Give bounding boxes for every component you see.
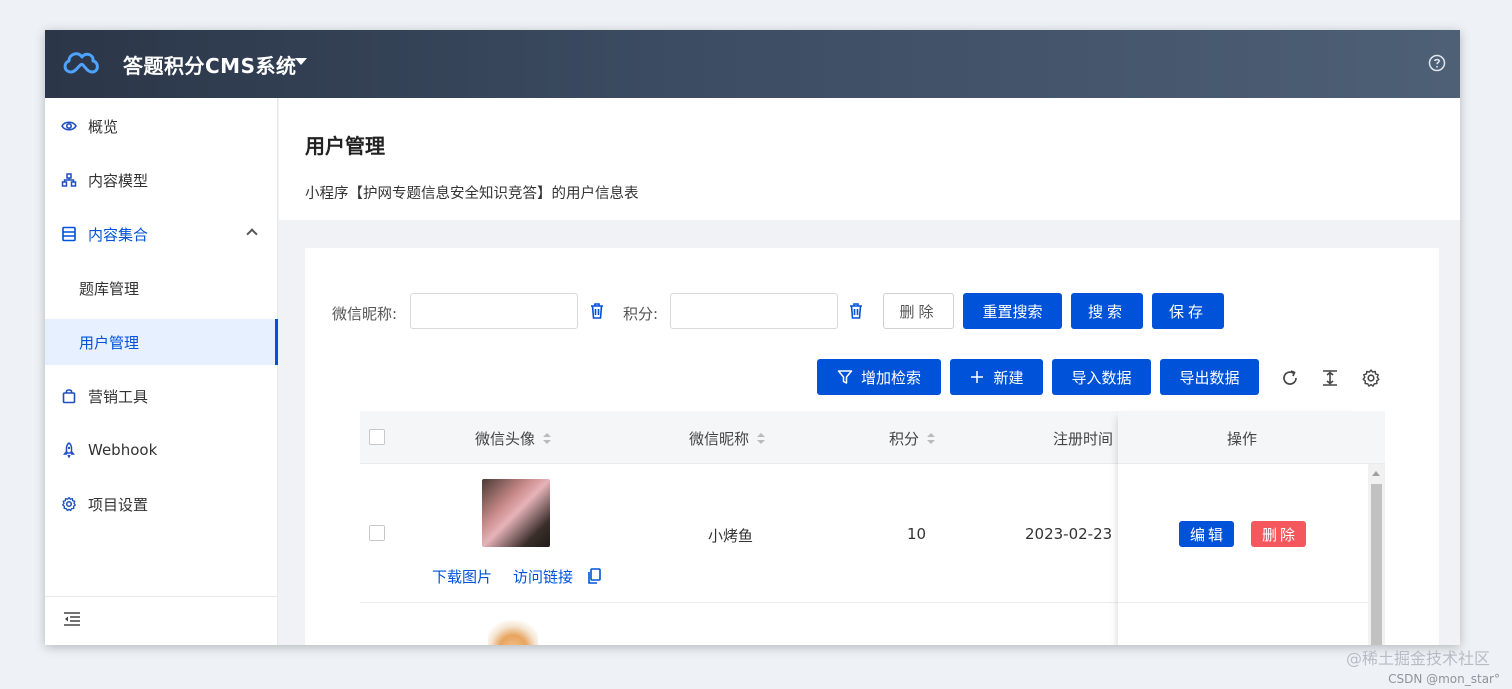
row-checkbox[interactable]: [369, 525, 385, 541]
avatar-image: [482, 479, 550, 547]
caret-down-icon[interactable]: [295, 58, 307, 65]
active-indicator: [275, 319, 278, 365]
scrollbar-thumb[interactable]: [1371, 484, 1382, 645]
sidebar-item-label: 题库管理: [79, 279, 140, 298]
sort-icon[interactable]: [927, 432, 936, 445]
column-header-points[interactable]: 积分: [889, 428, 936, 449]
watermark-text: @稀土掘金技术社区: [1345, 649, 1490, 668]
points-filter-input[interactable]: [670, 293, 838, 329]
sidebar-item-label: 内容集合: [88, 225, 149, 244]
save-button[interactable]: 保存: [1152, 293, 1224, 329]
page-description: 小程序【护网专题信息安全知识竞答】的用户信息表: [305, 186, 639, 202]
sidebar-item-label: 用户管理: [79, 333, 140, 352]
content-card: 微信昵称: 积分: 删除 重置搜索 搜索 保存 增加检索 新建 导入数据 导出数…: [305, 248, 1439, 645]
filter-icon: [837, 370, 853, 384]
sidebar-item-label: Webhook: [88, 441, 158, 459]
column-label: 微信昵称: [689, 430, 750, 448]
database-icon: [62, 226, 76, 242]
cloud-logo-icon: [63, 52, 99, 74]
column-label: 积分: [889, 430, 920, 448]
sidebar-item-user-management[interactable]: 用户管理: [45, 319, 278, 365]
eye-icon: [61, 121, 77, 131]
rocket-icon: [63, 442, 75, 458]
reset-search-button[interactable]: 重置搜索: [963, 293, 1062, 329]
sort-icon[interactable]: [543, 432, 552, 445]
sitemap-icon: [61, 173, 77, 187]
add-filter-label: 增加检索: [860, 368, 921, 387]
import-data-button[interactable]: 导入数据: [1052, 359, 1151, 395]
shopping-bag-icon: [62, 389, 76, 404]
sidebar-item-overview[interactable]: 概览: [45, 103, 278, 149]
page-header: 用户管理 小程序【护网专题信息安全知识竞答】的用户信息表: [279, 98, 1460, 220]
column-header-nickname[interactable]: 微信昵称: [689, 428, 766, 449]
gear-icon: [62, 496, 76, 512]
chevron-up-icon: [246, 228, 258, 240]
fixed-actions-column: [1118, 411, 1368, 645]
column-label: 微信头像: [475, 430, 536, 448]
copy-icon[interactable]: [587, 568, 601, 584]
sidebar-item-content-model[interactable]: 内容模型: [45, 157, 278, 203]
page-title: 用户管理: [305, 134, 385, 158]
plus-icon: [971, 371, 984, 383]
collapse-menu-icon[interactable]: [63, 611, 81, 627]
sort-icon[interactable]: [757, 432, 766, 445]
sidebar-item-content-collection[interactable]: 内容集合: [45, 211, 278, 257]
registered-time-cell: 2023-02-23 2: [1025, 525, 1118, 543]
sidebar-item-label: 项目设置: [88, 495, 149, 514]
download-image-link[interactable]: 下载图片: [432, 566, 492, 587]
trash-icon[interactable]: [848, 302, 864, 320]
column-header-avatar[interactable]: 微信头像: [475, 428, 552, 449]
column-header-registered[interactable]: 注册时间: [1053, 428, 1113, 449]
points-filter-label: 积分:: [623, 305, 659, 323]
top-bar: 答题积分CMS系统: [45, 30, 1460, 98]
sidebar-item-label: 概览: [88, 117, 119, 136]
new-button[interactable]: 新建: [950, 359, 1043, 395]
sidebar-divider: [45, 596, 278, 597]
trash-icon[interactable]: [589, 302, 605, 320]
avatar-image: [488, 620, 538, 645]
new-label: 新建: [993, 368, 1024, 387]
points-cell: 10: [907, 525, 927, 543]
sidebar-item-marketing[interactable]: 营销工具: [45, 373, 278, 419]
column-label: 注册时间: [1053, 430, 1114, 448]
sidebar: 概览 内容模型 内容集合 题库管理 用户管理 营销工具 Webhook 项目设置: [45, 98, 278, 645]
refresh-icon[interactable]: [1280, 368, 1300, 388]
help-icon[interactable]: [1428, 54, 1446, 72]
select-all-checkbox[interactable]: [369, 429, 385, 445]
add-filter-button[interactable]: 增加检索: [817, 359, 941, 395]
nickname-cell: 小烤鱼: [708, 527, 754, 545]
search-button[interactable]: 搜索: [1071, 293, 1143, 329]
scroll-up-arrow-icon[interactable]: [1372, 471, 1380, 476]
settings-gear-icon[interactable]: [1361, 368, 1381, 388]
app-window: 答题积分CMS系统 概览 内容模型 内容集合 题库管理 用户管理 营销工具 We…: [45, 30, 1460, 645]
watermark-text-secondary: CSDN @mon_star°: [1388, 672, 1500, 686]
nickname-filter-label: 微信昵称:: [332, 305, 398, 323]
sidebar-item-label: 内容模型: [88, 171, 149, 190]
visit-link[interactable]: 访问链接: [513, 566, 573, 587]
app-title[interactable]: 答题积分CMS系统: [123, 50, 296, 79]
export-data-button[interactable]: 导出数据: [1160, 359, 1259, 395]
delete-button[interactable]: 删除: [883, 293, 954, 329]
sidebar-item-label: 营销工具: [88, 387, 149, 406]
sidebar-item-webhook[interactable]: Webhook: [45, 427, 278, 473]
nickname-filter-input[interactable]: [410, 293, 578, 329]
sidebar-item-question-bank[interactable]: 题库管理: [45, 265, 278, 311]
sidebar-item-project-settings[interactable]: 项目设置: [45, 481, 278, 527]
row-height-icon[interactable]: [1320, 368, 1340, 388]
